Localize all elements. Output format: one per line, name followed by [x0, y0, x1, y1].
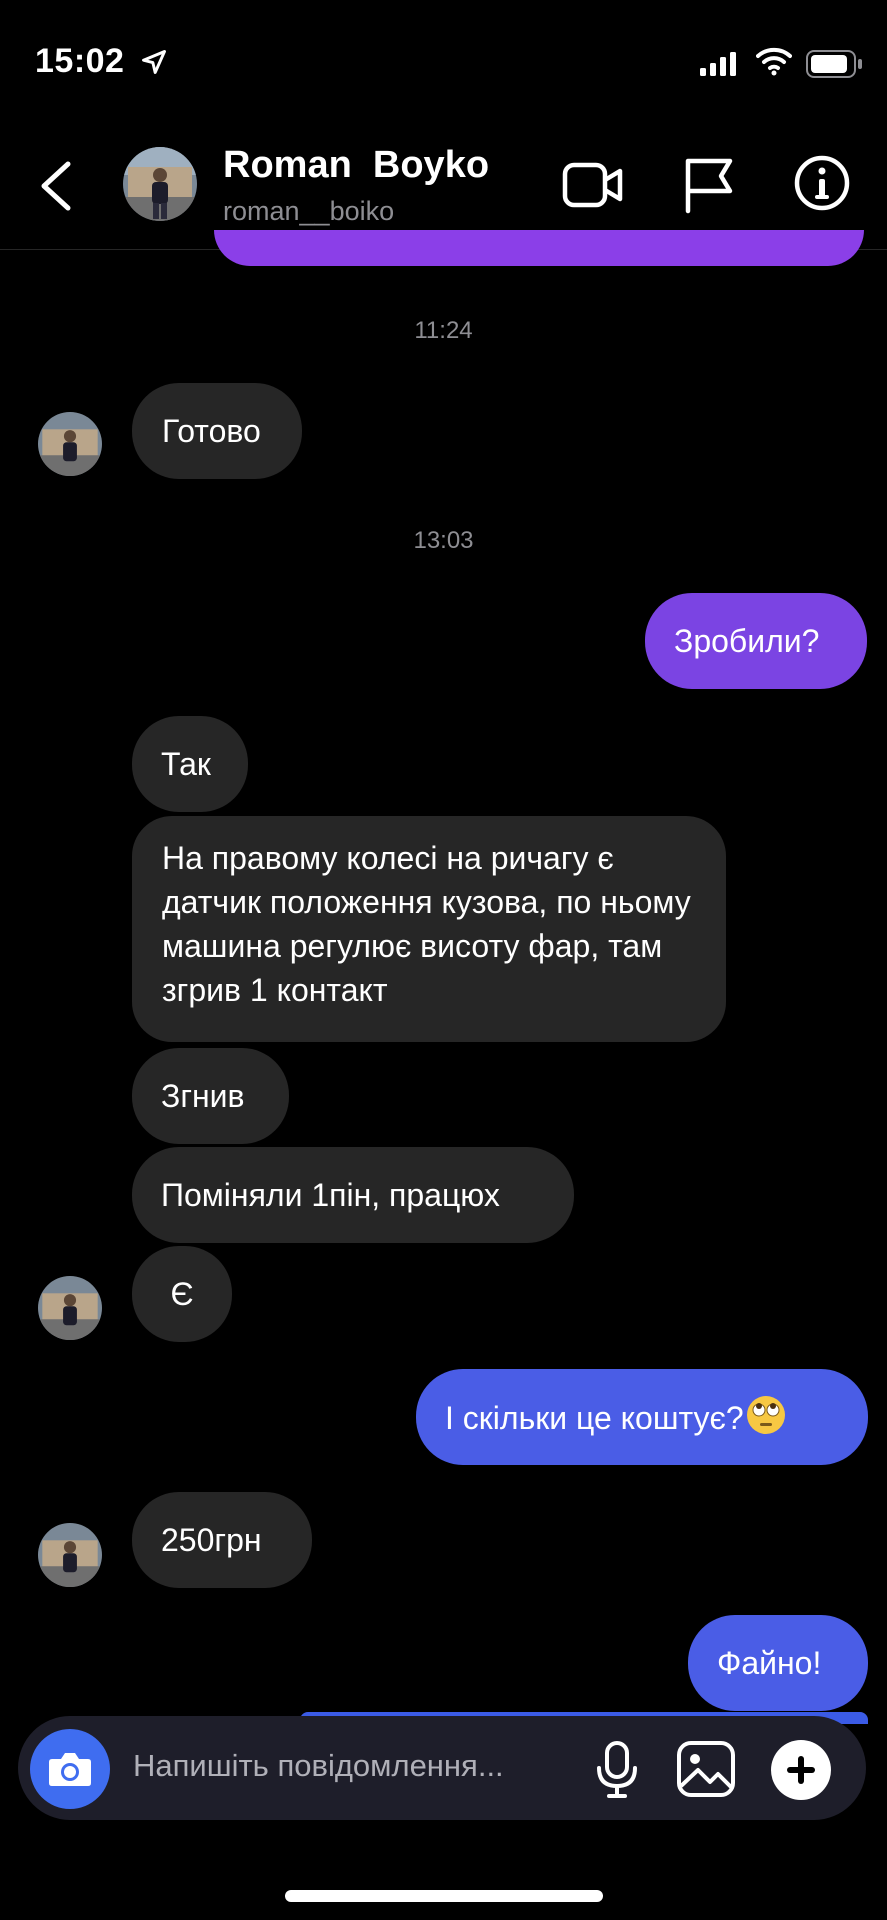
status-time: 15:02	[35, 42, 125, 80]
camera-icon	[49, 1753, 91, 1786]
face-with-rolling-eyes-icon	[746, 1395, 786, 1446]
sender-avatar[interactable]	[38, 1276, 102, 1340]
incoming-message[interactable]: Є	[132, 1246, 232, 1342]
avatar[interactable]	[123, 147, 197, 221]
contact-username[interactable]: roman__boiko	[223, 196, 394, 227]
wifi-icon	[756, 47, 792, 76]
camera-button[interactable]	[30, 1729, 110, 1809]
outgoing-message[interactable]: Файно!	[688, 1615, 868, 1711]
outgoing-message[interactable]: І скільки це коштує?	[416, 1369, 868, 1465]
message-timestamp: 13:03	[413, 527, 474, 554]
incoming-message[interactable]: Поміняли 1пін, працюх	[132, 1147, 574, 1243]
back-icon[interactable]	[38, 160, 74, 212]
message-input[interactable]: Напишіть повідомлення...	[133, 1748, 504, 1784]
plus-icon	[787, 1756, 815, 1784]
flag-icon[interactable]	[683, 156, 735, 214]
incoming-message[interactable]: Згнив	[132, 1048, 289, 1144]
contact-name[interactable]: Roman Boyko	[223, 144, 489, 187]
home-indicator[interactable]	[285, 1890, 603, 1902]
previous-message-bubble[interactable]	[214, 230, 864, 266]
incoming-message[interactable]: Так	[132, 716, 248, 812]
message-text: І скільки це коштує?	[445, 1400, 744, 1436]
microphone-icon[interactable]	[592, 1740, 642, 1800]
incoming-message[interactable]: На правому колесі на ричагу є датчик пол…	[132, 816, 726, 1042]
gallery-icon[interactable]	[676, 1740, 736, 1798]
info-icon[interactable]	[794, 155, 850, 211]
sender-avatar[interactable]	[38, 1523, 102, 1587]
incoming-message[interactable]: 250грн	[132, 1492, 312, 1588]
outgoing-message[interactable]: Зробили?	[645, 593, 867, 689]
cellular-signal-icon	[700, 52, 736, 76]
add-button[interactable]	[771, 1740, 831, 1800]
location-arrow-icon	[142, 50, 166, 74]
sender-avatar[interactable]	[38, 412, 102, 476]
video-call-icon[interactable]	[562, 160, 624, 210]
incoming-message[interactable]: Готово	[132, 383, 302, 479]
message-timestamp: 11:24	[414, 317, 473, 344]
battery-icon	[806, 50, 862, 78]
